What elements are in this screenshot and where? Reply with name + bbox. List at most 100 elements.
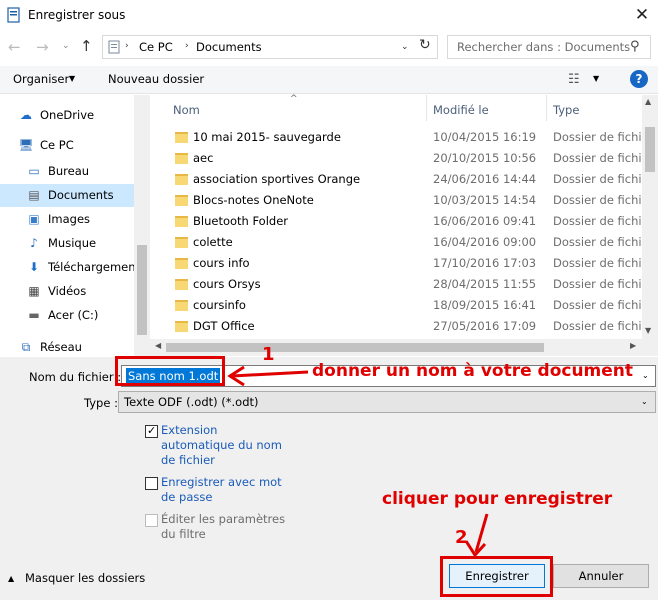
- help-icon[interactable]: ?: [630, 70, 648, 88]
- list-item[interactable]: association sportives Orange 24/06/2016 1…: [150, 169, 658, 190]
- folder-icon: [175, 258, 188, 269]
- search-box[interactable]: Rechercher dans : Documents ⚲: [447, 35, 651, 59]
- organiser-dropdown-icon[interactable]: ▼: [69, 74, 75, 83]
- annotation-step-2: 2: [455, 527, 468, 548]
- back-arrow-icon[interactable]: ←: [8, 38, 21, 56]
- vertical-scrollbar[interactable]: ▲ ▼: [642, 95, 658, 339]
- file-type-select[interactable]: Texte ODF (.odt) (*.odt) ⌄: [118, 391, 656, 413]
- scroll-right-icon[interactable]: ▶: [630, 341, 636, 350]
- address-dropdown-icon[interactable]: ⌄: [401, 42, 409, 52]
- list-item[interactable]: coursinfo 18/09/2015 16:41 Dossier de fich…: [150, 295, 658, 316]
- breadcrumb-separator-icon[interactable]: ›: [125, 41, 129, 51]
- sidebar-item-images[interactable]: ▣ Images: [26, 208, 90, 231]
- column-divider[interactable]: [546, 95, 547, 121]
- sidebar-item-label: Vidéos: [48, 284, 87, 298]
- folder-icon: [175, 132, 188, 143]
- save-with-password-checkbox[interactable]: [145, 477, 158, 490]
- column-header-type[interactable]: Type: [553, 103, 579, 117]
- scroll-down-icon[interactable]: ▼: [645, 326, 651, 335]
- computer-icon: 🖥: [18, 138, 34, 152]
- annotation-box-filename: [115, 356, 225, 386]
- file-type-value: Texte ODF (.odt) (*.odt): [124, 395, 259, 409]
- close-button[interactable]: ✕: [628, 2, 656, 28]
- save-options-panel: Nom du fichier : Sans nom 1.odt ⌄ Type :…: [0, 357, 658, 600]
- annotation-step-1: 1: [262, 344, 275, 365]
- scrollbar-corner: [642, 339, 658, 356]
- video-icon: ▦: [28, 284, 40, 298]
- save-with-password-label[interactable]: Enregistrer avec mot de passe: [161, 475, 291, 505]
- file-type-dropdown-icon[interactable]: ⌄: [641, 397, 648, 406]
- search-icon[interactable]: ⚲: [630, 39, 640, 54]
- view-options-icon[interactable]: ☷: [568, 72, 580, 87]
- navigation-pane: ☁ OneDrive 🖥 Ce PC ▭ Bureau ▤ Documents ▣ Ima…: [0, 95, 150, 357]
- view-dropdown-icon[interactable]: ▼: [593, 74, 599, 83]
- auto-extension-label[interactable]: Extension automatique du nom de fichier: [161, 423, 291, 468]
- horizontal-scrollbar[interactable]: ◀ ▶: [150, 339, 642, 356]
- drive-icon: ▬: [28, 308, 40, 322]
- sidebar-item-videos[interactable]: ▦ Vidéos: [26, 280, 86, 303]
- sidebar-scroll-thumb[interactable]: [137, 245, 147, 335]
- images-icon: ▣: [28, 212, 40, 226]
- type-label: Type :: [84, 396, 118, 410]
- horizontal-scroll-thumb[interactable]: [166, 343, 544, 352]
- list-item[interactable]: colette 16/04/2016 09:00 Dossier de fichie…: [150, 232, 658, 253]
- sidebar-item-label: Téléchargement: [48, 260, 141, 274]
- column-divider[interactable]: [426, 95, 427, 121]
- sidebar-item-reseau[interactable]: ⧉ Réseau: [18, 336, 82, 359]
- breadcrumb-ce-pc[interactable]: Ce PC: [139, 40, 173, 54]
- list-item[interactable]: DGT Office 27/05/2016 17:09 Dossier de fic…: [150, 316, 658, 337]
- collapse-arrow-icon[interactable]: ▲: [8, 574, 14, 583]
- vertical-scroll-thumb[interactable]: [645, 127, 655, 172]
- cloud-icon: ☁: [20, 108, 32, 122]
- list-item[interactable]: Bluetooth Folder 16/06/2016 09:41 Dossier …: [150, 211, 658, 232]
- folder-icon: [175, 300, 188, 311]
- breadcrumb-documents[interactable]: Documents: [196, 40, 262, 54]
- sidebar-item-ce-pc[interactable]: 🖥 Ce PC: [18, 134, 73, 157]
- list-item[interactable]: cours info 17/10/2016 17:03 Dossier de fic…: [150, 253, 658, 274]
- sidebar-item-onedrive[interactable]: ☁ OneDrive: [18, 104, 94, 127]
- sort-indicator-icon: ^: [290, 94, 298, 104]
- sidebar-item-label: Bureau: [48, 164, 90, 178]
- folder-icon: [175, 237, 188, 248]
- annotation-text-click-save: cliquer pour enregistrer: [382, 489, 613, 509]
- folder-icon: [175, 174, 188, 185]
- recent-locations-chevron-icon[interactable]: ⌄: [62, 41, 70, 51]
- edit-filter-settings-label: Éditer les paramètres du filtre: [161, 512, 286, 541]
- new-folder-button[interactable]: Nouveau dossier: [108, 72, 204, 86]
- scroll-left-icon[interactable]: ◀: [155, 341, 161, 350]
- checkmark-icon: ✓: [147, 424, 157, 437]
- document-location-icon: [108, 40, 120, 54]
- folder-icon: [175, 279, 188, 290]
- list-item[interactable]: Blocs-notes OneNote 10/03/2015 14:54 Dossi…: [150, 190, 658, 211]
- sidebar-item-label: Documents: [48, 188, 114, 202]
- cancel-button[interactable]: Annuler: [553, 564, 649, 588]
- refresh-icon[interactable]: ↻: [419, 37, 431, 53]
- sidebar-item-bureau[interactable]: ▭ Bureau: [26, 160, 89, 183]
- up-arrow-icon[interactable]: ↑: [80, 37, 93, 55]
- sidebar-item-musique[interactable]: ♪ Musique: [26, 232, 96, 255]
- sidebar-item-acer-c[interactable]: ▬ Acer (C:): [26, 304, 98, 327]
- search-input[interactable]: Rechercher dans : Documents: [457, 40, 630, 54]
- folder-icon: [175, 216, 188, 227]
- hide-folders-button[interactable]: Masquer les dossiers: [25, 571, 145, 585]
- sidebar-item-label: Images: [48, 212, 91, 226]
- list-item[interactable]: 10 mai 2015- sauvegarde 10/04/2015 16:19 D…: [150, 127, 658, 148]
- address-bar[interactable]: › Ce PC › Documents ⌄ ↻: [102, 35, 438, 59]
- sidebar-item-documents[interactable]: ▤ Documents: [0, 184, 134, 207]
- list-item[interactable]: aec 20/10/2015 10:56 Dossier de fichiers: [150, 148, 658, 169]
- column-header-modified[interactable]: Modifié le: [433, 103, 489, 117]
- desktop-icon: ▭: [28, 164, 40, 178]
- forward-arrow-icon[interactable]: →: [36, 38, 49, 56]
- sidebar-item-label: OneDrive: [40, 108, 95, 122]
- organiser-button[interactable]: Organiser: [13, 72, 69, 86]
- filename-dropdown-icon[interactable]: ⌄: [642, 371, 649, 380]
- column-header-name[interactable]: Nom: [173, 103, 200, 117]
- folder-icon: [175, 153, 188, 164]
- folder-icon: [175, 321, 188, 332]
- documents-icon: ▤: [28, 188, 40, 202]
- auto-extension-checkbox[interactable]: ✓: [145, 424, 158, 438]
- sidebar-item-telechargement[interactable]: ⬇ Téléchargement: [26, 256, 140, 279]
- breadcrumb-separator-icon[interactable]: ›: [185, 41, 189, 51]
- list-item[interactable]: cours Orsys 28/04/2015 11:55 Dossier de fi…: [150, 274, 658, 295]
- scroll-up-icon[interactable]: ▲: [645, 97, 651, 106]
